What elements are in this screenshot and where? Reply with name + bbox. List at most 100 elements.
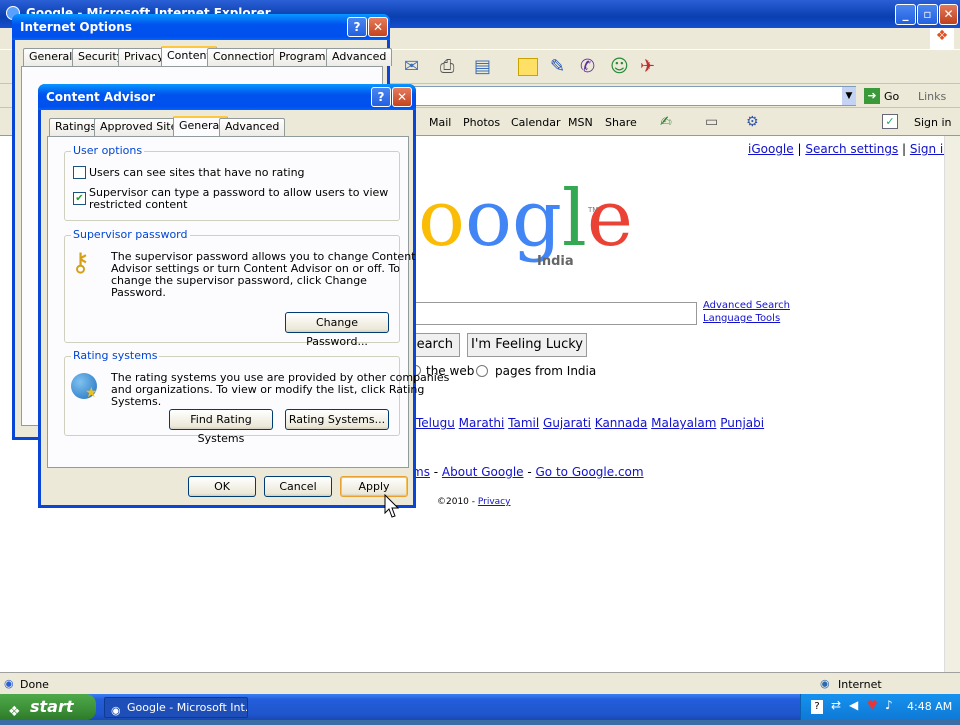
start-button[interactable]: ❖ start xyxy=(0,694,96,720)
system-tray: ? ⇄ ◀ ♥ ♪ 4:48 AM xyxy=(800,694,960,720)
no-rating-checkbox[interactable] xyxy=(73,166,86,179)
lang-telugu[interactable]: Telugu xyxy=(416,416,455,430)
status-text: Done xyxy=(20,678,49,691)
copyright: ©2010 - Privacy xyxy=(437,497,511,507)
links-item-mail[interactable]: Mail xyxy=(429,116,451,129)
links-item-share[interactable]: Share xyxy=(605,116,637,129)
research-icon[interactable]: ✎ xyxy=(550,56,565,77)
internet-options-title: Internet Options xyxy=(20,20,132,34)
discuss-icon[interactable] xyxy=(518,58,538,76)
address-input[interactable] xyxy=(410,86,856,106)
supervisor-override-checkbox[interactable]: ✔ xyxy=(73,192,86,205)
go-to-google-link[interactable]: Go to Google.com xyxy=(536,465,644,479)
no-rating-label: Users can see sites that have no rating xyxy=(89,166,305,179)
globe-icon: ◉ xyxy=(820,677,830,690)
status-bar: ◉ Done ◉ Internet xyxy=(0,672,960,694)
vertical-scrollbar[interactable] xyxy=(944,136,960,672)
google-top-links: iGoogle | Search settings | Sign in xyxy=(748,142,951,156)
logo-tm: TM xyxy=(588,206,599,214)
signin-toolbar-link[interactable]: Sign in xyxy=(914,116,952,129)
lang-malayalam[interactable]: Malayalam xyxy=(651,416,716,430)
links-label[interactable]: Links xyxy=(918,90,946,103)
change-password-button[interactable]: Change Password... xyxy=(285,312,389,348)
pen-icon[interactable]: ✍ xyxy=(660,114,672,130)
lang-punjabi[interactable]: Punjabi xyxy=(720,416,764,430)
radio-india-label: pages from India xyxy=(495,364,597,378)
windows-flag-icon: ❖ xyxy=(8,704,21,720)
taskbar-item-ie[interactable]: ◉ Google - Microsoft Int... xyxy=(104,697,248,718)
help-button[interactable]: ? xyxy=(347,17,367,37)
logo-region: India xyxy=(537,254,574,269)
lang-gujarati[interactable]: Gujarati xyxy=(543,416,591,430)
lang-tamil[interactable]: Tamil xyxy=(508,416,539,430)
go-button[interactable]: Go xyxy=(884,90,899,103)
igoogle-link[interactable]: iGoogle xyxy=(748,142,794,156)
antivirus-tray-icon[interactable]: ♥ xyxy=(867,698,878,712)
language-tools-link[interactable]: Language Tools xyxy=(703,313,780,324)
rating-systems-button[interactable]: Rating Systems... xyxy=(285,409,389,430)
rating-text-3: Systems. xyxy=(111,395,162,408)
network-tray-icon[interactable]: ⇄ xyxy=(831,698,841,712)
lang-kannada[interactable]: Kannada xyxy=(595,416,648,430)
page-status-icon: ◉ xyxy=(4,677,14,690)
footer-links: ms - About Google - Go to Google.com xyxy=(412,465,644,479)
internet-options-title-bar: Internet Options ? ✕ xyxy=(12,14,390,40)
go-arrow-icon[interactable]: ➜ xyxy=(864,88,880,104)
feeling-lucky-button[interactable]: I'm Feeling Lucky xyxy=(467,333,587,357)
minimize-button[interactable]: _ xyxy=(895,4,916,25)
chevron-down-icon[interactable]: ▼ xyxy=(842,87,856,105)
star-icon: ★ xyxy=(85,385,98,401)
print-icon[interactable]: ⎙ xyxy=(440,56,454,77)
about-google-link[interactable]: About Google xyxy=(442,465,524,479)
key-icon: ⚷ xyxy=(71,248,91,278)
language-links: Telugu Marathi Tamil Gujarati Kannada Ma… xyxy=(416,416,764,430)
io-tab-general[interactable]: General xyxy=(23,48,79,66)
ok-button[interactable]: OK xyxy=(188,476,256,497)
content-advisor-dialog: Content Advisor ? ✕ Ratings Approved Sit… xyxy=(38,84,449,508)
radio-india[interactable] xyxy=(476,365,488,377)
messenger-icon[interactable]: ✆ xyxy=(580,56,595,77)
find-rating-systems-button[interactable]: Find Rating Systems xyxy=(169,409,273,445)
io-tab-advanced[interactable]: Advanced xyxy=(326,48,393,66)
clock: 4:48 AM xyxy=(907,700,953,713)
search-settings-link[interactable]: Search settings xyxy=(805,142,898,156)
close-button[interactable]: ✕ xyxy=(939,4,958,25)
content-advisor-title: Content Advisor xyxy=(46,90,156,104)
edit-icon[interactable]: ▤ xyxy=(474,56,491,77)
supervisor-text-4: Password. xyxy=(111,286,166,299)
advanced-search-link[interactable]: Advanced Search xyxy=(703,300,790,311)
links-item-calendar[interactable]: Calendar xyxy=(511,116,560,129)
toolbar-extra-icon[interactable]: ✈ xyxy=(640,56,655,77)
lang-marathi[interactable]: Marathi xyxy=(459,416,505,430)
internet-options-close-button[interactable]: ✕ xyxy=(368,17,388,37)
ie-taskbar-icon: ◉ xyxy=(111,704,121,717)
windows-logo-icon: ❖ xyxy=(930,28,954,50)
settings-icon[interactable]: ⚙ xyxy=(746,114,759,130)
window-icon[interactable]: ▭ xyxy=(705,114,718,130)
ca-tab-advanced[interactable]: Advanced xyxy=(219,118,286,136)
zone-text: Internet xyxy=(838,678,882,691)
ca-general-panel: User options Users can see sites that ha… xyxy=(47,136,449,468)
ca-close-button[interactable]: ✕ xyxy=(392,87,412,107)
mail-icon[interactable]: ✉ xyxy=(404,56,419,77)
cancel-button[interactable]: Cancel xyxy=(264,476,332,497)
ca-help-button[interactable]: ? xyxy=(371,87,391,107)
google-logo: oogle xyxy=(418,174,633,264)
mouse-cursor-icon xyxy=(384,494,400,518)
links-item-photos[interactable]: Photos xyxy=(463,116,500,129)
checkbox-icon[interactable]: ✓ xyxy=(882,114,898,129)
help-tray-icon[interactable]: ? xyxy=(811,700,823,714)
back-tray-icon[interactable]: ◀ xyxy=(849,698,858,712)
content-advisor-title-bar: Content Advisor ? ✕ xyxy=(38,84,416,110)
search-input[interactable] xyxy=(410,302,697,325)
people-icon[interactable]: ☺ xyxy=(610,56,629,77)
links-item-msn[interactable]: MSN xyxy=(568,116,593,129)
user-options-group: User options Users can see sites that ha… xyxy=(64,144,400,221)
supervisor-password-group: Supervisor password ⚷ The supervisor pas… xyxy=(64,228,415,348)
user-options-label: User options xyxy=(71,144,145,157)
maximize-button[interactable]: ▫ xyxy=(917,4,938,25)
rating-systems-label: Rating systems xyxy=(71,349,160,362)
privacy-link[interactable]: Privacy xyxy=(478,497,511,507)
rating-systems-group: Rating systems ★ The rating systems you … xyxy=(64,349,449,445)
volume-tray-icon[interactable]: ♪ xyxy=(885,698,893,712)
